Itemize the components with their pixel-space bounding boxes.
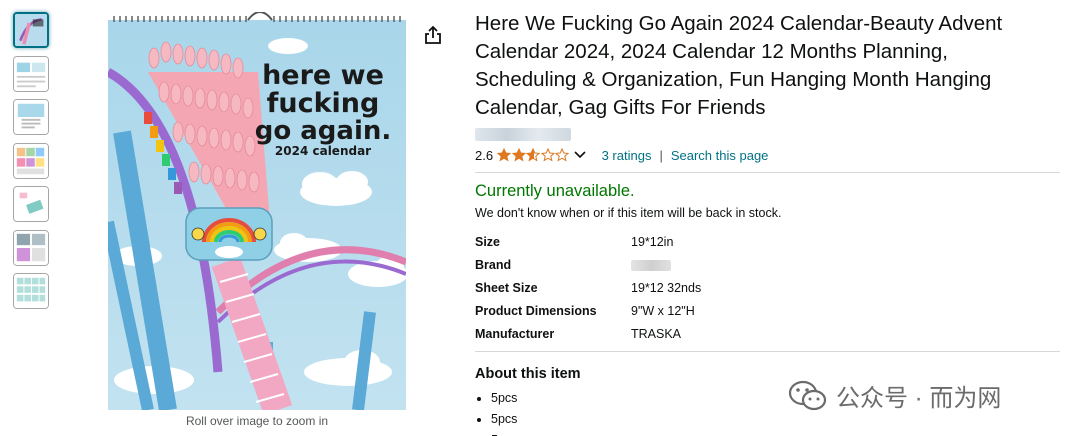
about-bullet: 5pcs xyxy=(491,430,1065,436)
wechat-logo-icon xyxy=(788,380,827,410)
spec-key: Brand xyxy=(475,257,512,272)
spec-key: Size xyxy=(475,234,501,249)
star-icon xyxy=(540,148,555,162)
spec-table: Size 19*12in Brand Sheet Size 19*12 32nd… xyxy=(475,230,701,345)
brand-store-link[interactable] xyxy=(475,128,571,141)
cover-text-line-1: here we xyxy=(262,60,384,91)
divider xyxy=(475,351,1060,352)
redacted-brand xyxy=(631,259,671,271)
availability-status: Currently unavailable. xyxy=(475,182,635,200)
cover-text-line-4: 2024 calendar xyxy=(275,144,371,158)
thumbnail-strip xyxy=(13,12,53,317)
divider xyxy=(475,172,1060,173)
share-icon[interactable] xyxy=(424,25,442,45)
spec-row: Manufacturer TRASKA xyxy=(475,322,701,345)
spec-value: 9"W x 12"H xyxy=(631,303,695,318)
spec-row: Sheet Size 19*12 32nds xyxy=(475,276,701,299)
availability-note: We don't know when or if this item will … xyxy=(475,206,782,220)
thumbnail-4[interactable] xyxy=(13,142,49,179)
spec-row: Product Dimensions 9"W x 12"H xyxy=(475,299,701,322)
star-icon xyxy=(555,148,570,162)
spec-row: Size 19*12in xyxy=(475,230,701,253)
thumbnail-6[interactable] xyxy=(13,229,49,266)
product-title: Here We Fucking Go Again 2024 Calendar-B… xyxy=(475,12,1003,119)
ratings-count-link[interactable]: 3 ratings xyxy=(602,148,652,163)
cover-text-line-3: go again. xyxy=(255,116,392,146)
watermark: 公众号 · 而为网 xyxy=(788,378,1001,413)
thumbnail-7[interactable] xyxy=(13,273,49,309)
chevron-down-icon[interactable] xyxy=(574,150,586,160)
spec-value-brand xyxy=(631,253,701,276)
thumbnail-1[interactable] xyxy=(13,12,49,48)
rating-value: 2.6 xyxy=(475,147,494,163)
thumbnail-5[interactable] xyxy=(13,186,49,222)
rating-stars[interactable] xyxy=(497,148,570,162)
spec-key: Sheet Size xyxy=(475,280,538,295)
spec-value: TRASKA xyxy=(631,326,682,341)
search-page-link[interactable]: Search this page xyxy=(671,148,769,163)
spec-value: 19*12 32nds xyxy=(631,280,702,295)
product-detail: Here We Fucking Go Again 2024 Calendar-B… xyxy=(475,10,1065,436)
spec-value: 19*12in xyxy=(631,234,674,249)
watermark-text: 公众号 · 而为网 xyxy=(836,385,1002,412)
thumbnail-2[interactable] xyxy=(13,55,49,92)
spec-row: Brand xyxy=(475,253,701,276)
star-icon xyxy=(526,148,541,162)
thumbnail-3[interactable] xyxy=(13,99,49,135)
spec-key: Manufacturer xyxy=(475,326,555,341)
separator: | xyxy=(659,147,663,163)
star-icon xyxy=(511,148,526,162)
product-main-image[interactable]: here we fucking go again. 2024 calendar xyxy=(108,12,406,410)
star-icon xyxy=(497,148,512,162)
cover-text-line-2: fucking xyxy=(267,88,380,119)
rating-row: 2.6 3 ratings | Search this page xyxy=(475,146,1065,164)
spec-key: Product Dimensions xyxy=(475,303,597,318)
zoom-hint: Roll over image to zoom in xyxy=(185,414,329,428)
